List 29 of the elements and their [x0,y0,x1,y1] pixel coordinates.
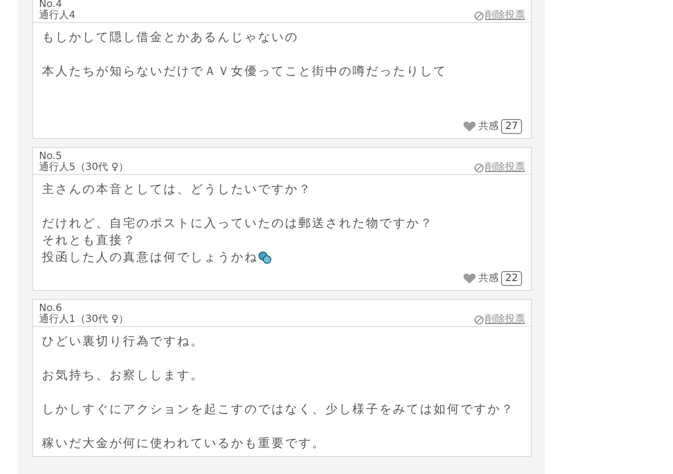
post-number: No.6 [39,303,63,314]
empathy-button[interactable]: 共感 [463,271,498,286]
post-text: 本人たちが知らないだけでＡＶ女優ってこと街中の噂だったりして [42,63,447,80]
author-name: 通行人1（30代 ♀） [39,314,129,325]
report-link[interactable]: 削除投票 [474,10,525,21]
author-name: 通行人4 [39,10,76,21]
empathy-count: 22 [501,271,522,286]
post-number: No.4 [39,0,63,10]
heart-icon [463,121,476,132]
post-text: 稼いだ大金が何に使われているかも重要です。 [42,435,326,452]
post-text: だけれど、自宅のポストに入っていたのは郵送された物ですか？ [42,215,434,232]
report-link[interactable]: 削除投票 [474,314,525,325]
report-link[interactable]: 削除投票 [474,162,525,173]
emoji-icon [258,251,272,264]
post-text: 主さんの本音としては、どうしたいですか？ [42,181,312,198]
author-name: 通行人5（30代 ♀） [39,162,129,173]
post-text: ひどい裏切り行為ですね。 [42,333,204,350]
prohibited-icon [474,314,484,324]
heart-icon [463,273,476,284]
post-text: もしかして隠し借金とかあるんじゃないの [42,29,298,46]
empathy-button[interactable]: 共感 [463,119,498,134]
prohibited-icon [474,10,484,20]
post-number: No.5 [39,151,63,162]
post-text: しかしすぐにアクションを起こすのではなく、少し様子をみては如何ですか？ [42,401,514,418]
empathy-count: 27 [501,119,522,134]
post-text: お気持ち、お察しします。 [42,367,204,384]
post-text: それとも直接？ [42,232,136,249]
post-text: 投函した人の真意は何でしょうかね [42,249,258,266]
prohibited-icon [474,162,484,172]
